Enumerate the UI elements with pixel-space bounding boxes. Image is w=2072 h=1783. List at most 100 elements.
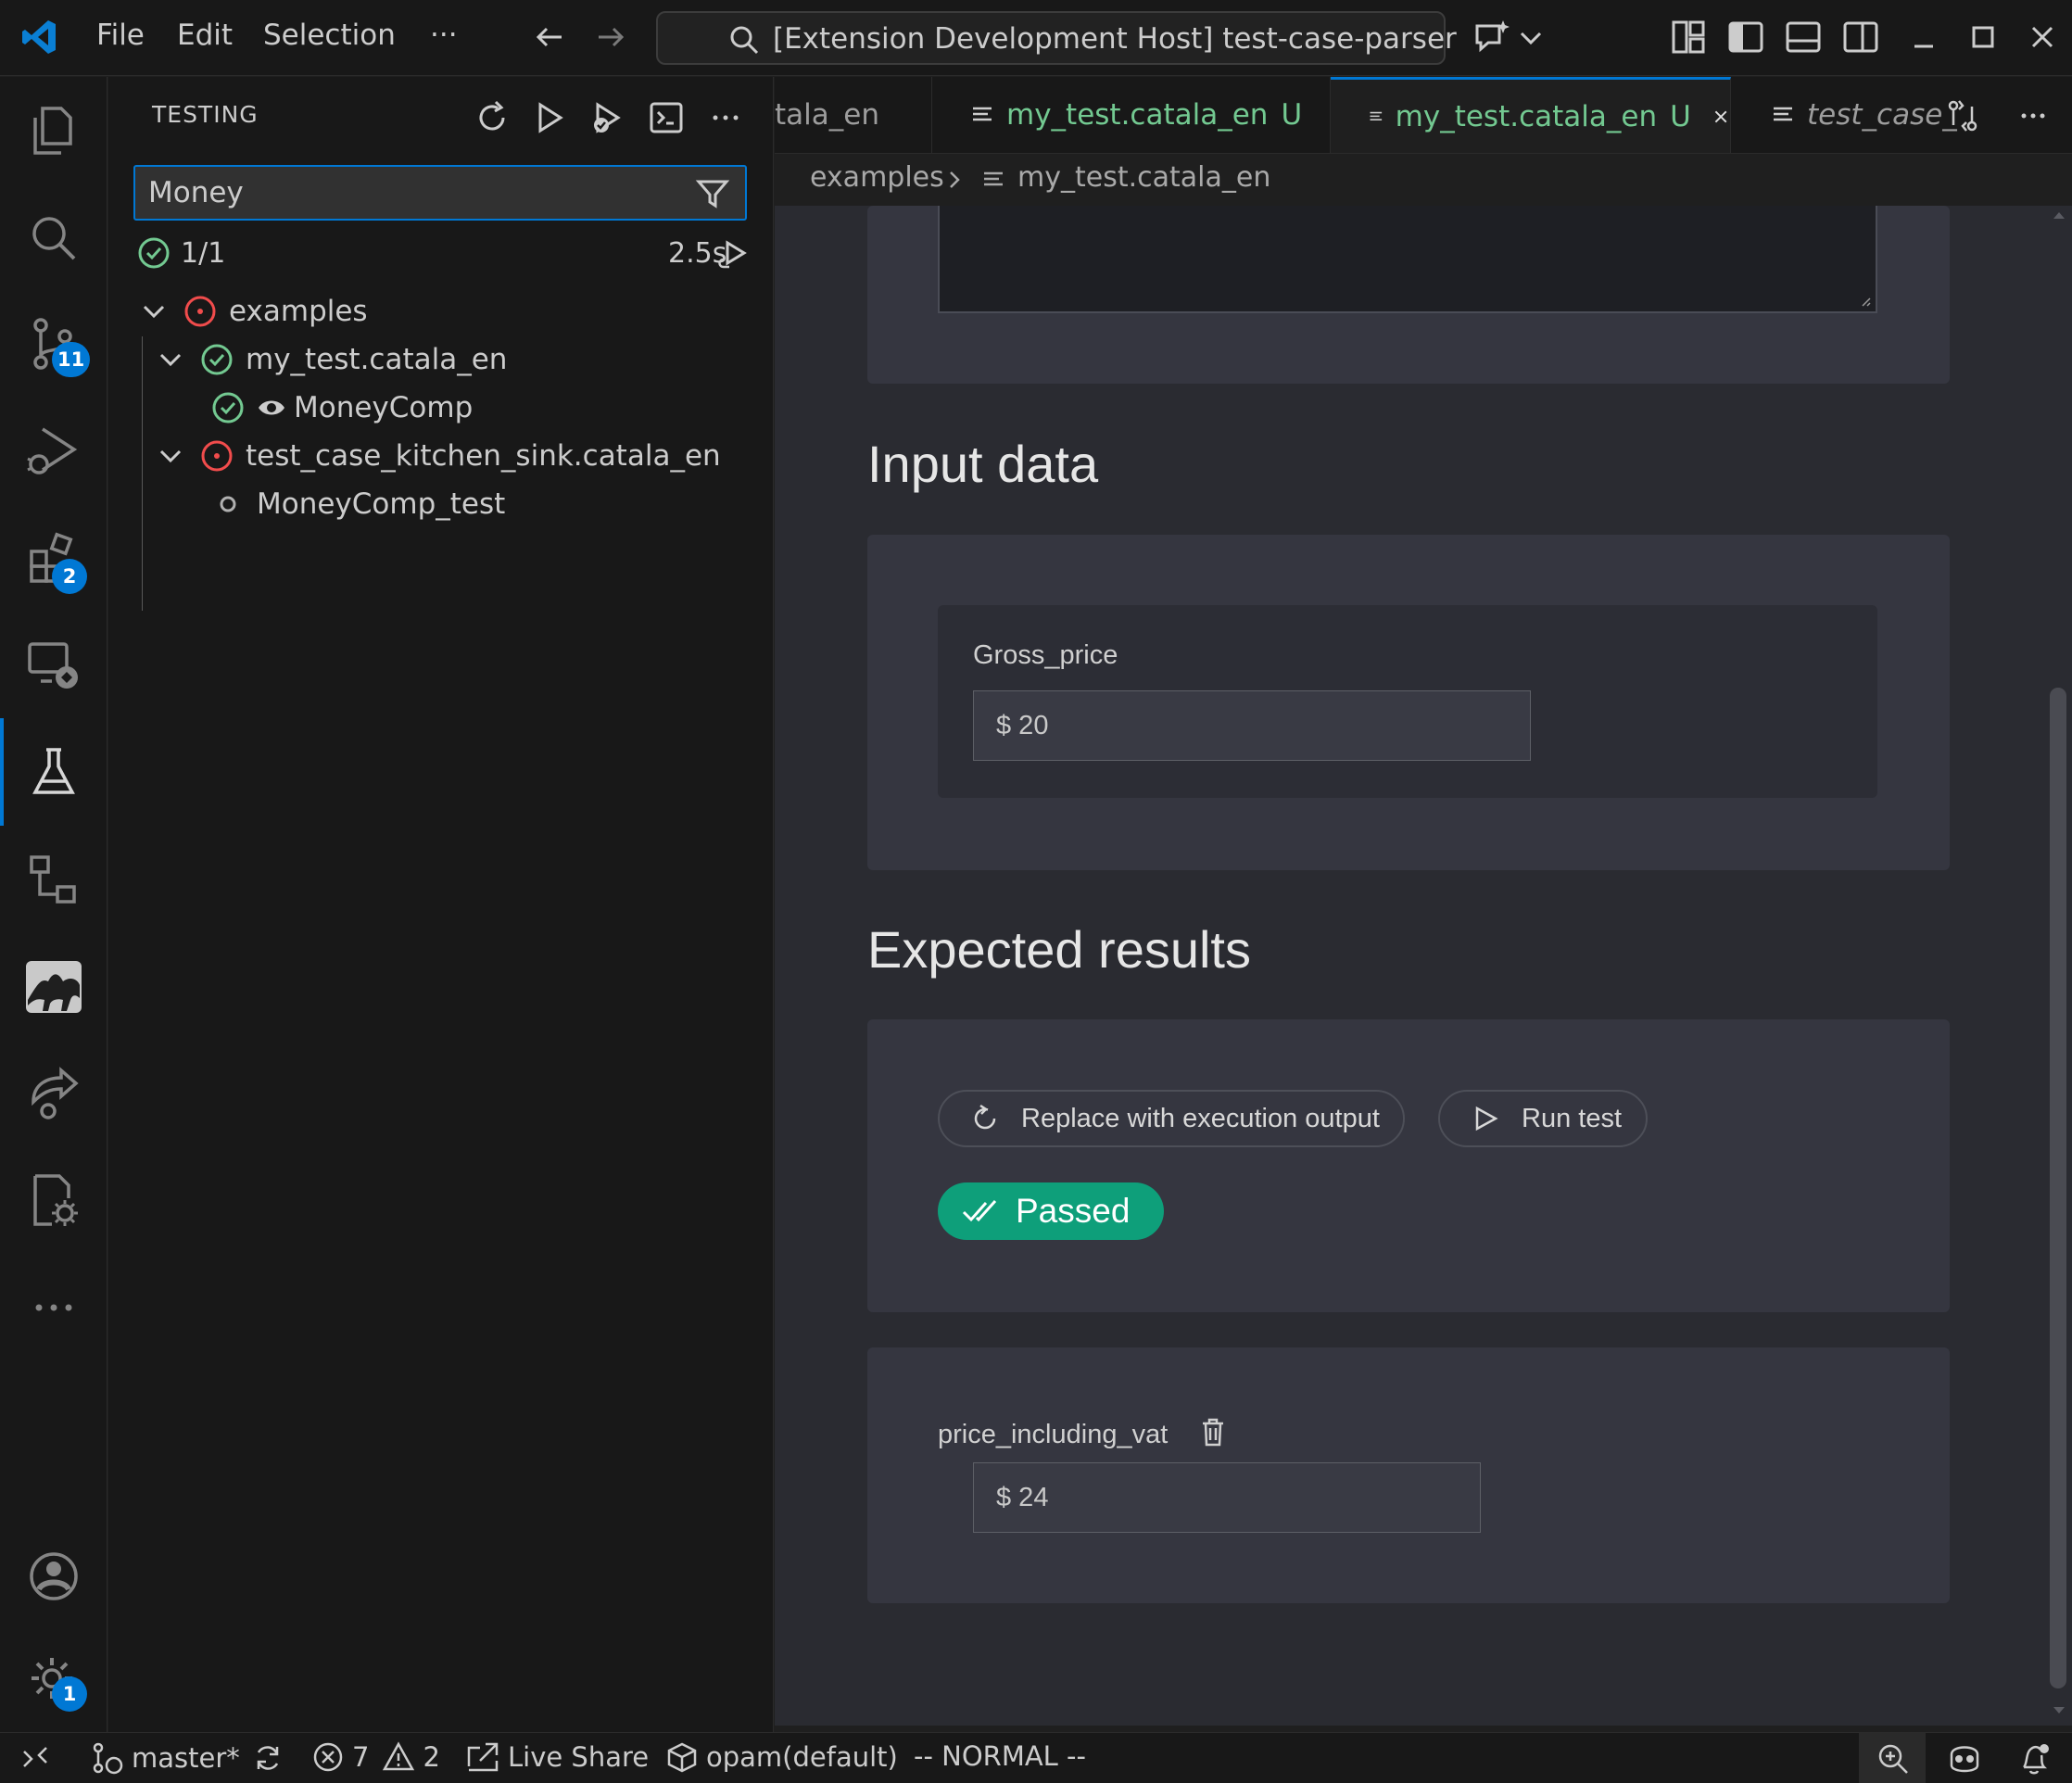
breadcrumb-file[interactable]: my_test.catala_en — [1017, 161, 1270, 194]
notifications-bell-icon[interactable] — [2016, 1741, 2052, 1777]
scrollbar-thumb[interactable] — [2050, 688, 2066, 1688]
ocaml-camel-icon[interactable] — [24, 957, 83, 1017]
package-icon — [667, 1742, 697, 1773]
passed-check-icon — [138, 237, 170, 269]
filter-value: Money — [148, 176, 244, 209]
extensions-badge: 2 — [52, 559, 87, 594]
tree-item-examples[interactable]: examples — [136, 288, 368, 335]
toggle-panel-icon[interactable] — [1783, 17, 1824, 57]
chevron-down-icon[interactable] — [153, 342, 188, 377]
rerun-icon[interactable] — [714, 235, 750, 271]
vim-mode-item: -- NORMAL -- — [914, 1740, 1086, 1772]
menu-edit[interactable]: Edit — [177, 19, 233, 52]
toggle-secondary-sidebar-icon[interactable] — [1840, 17, 1881, 57]
copilot-icon[interactable] — [1946, 1741, 1983, 1777]
warning-count: 2 — [423, 1741, 440, 1773]
error-status-icon — [201, 440, 233, 472]
remote-indicator[interactable] — [19, 1740, 59, 1774]
more-actions-icon[interactable] — [705, 97, 746, 138]
tree-item-label: examples — [229, 295, 368, 328]
tree-item-moneycomp[interactable]: MoneyComp — [210, 385, 473, 431]
debug-tests-icon[interactable] — [587, 97, 627, 138]
opam-switch-item[interactable]: opam(default) — [665, 1740, 898, 1774]
minimize-icon[interactable] — [1903, 17, 1944, 57]
trash-icon[interactable] — [1199, 1416, 1227, 1448]
search-view-icon[interactable] — [24, 209, 83, 268]
menu-file[interactable]: File — [96, 19, 145, 52]
explorer-icon[interactable] — [24, 101, 83, 160]
active-view-indicator — [0, 718, 4, 826]
tree-item-my-test[interactable]: my_test.catala_en — [153, 336, 507, 383]
tree-item-label: MoneyComp_test — [257, 487, 506, 521]
run-test-button[interactable]: Run test — [1438, 1090, 1648, 1147]
forward-arrow-icon[interactable] — [589, 17, 630, 57]
live-share-icon[interactable] — [24, 1065, 83, 1124]
show-output-icon[interactable] — [646, 97, 687, 138]
tab-my-test-active[interactable]: my_test.catala_en U — [1331, 77, 1731, 153]
testing-flask-icon[interactable] — [24, 742, 83, 802]
tree-item-kitchen-sink[interactable]: test_case_kitchen_sink.catala_en — [153, 433, 721, 479]
refresh-tests-icon[interactable] — [472, 97, 512, 138]
replace-with-output-button[interactable]: Replace with execution output — [938, 1090, 1405, 1147]
zoom-item[interactable] — [1859, 1733, 1926, 1783]
summary-count: 1/1 — [181, 237, 226, 270]
chevron-down-icon[interactable] — [153, 438, 188, 474]
tab-label: tala_en — [775, 98, 879, 132]
more-views-icon[interactable] — [24, 1278, 83, 1337]
git-branch-item[interactable]: master* — [89, 1740, 292, 1776]
run-debug-icon[interactable] — [24, 422, 83, 481]
editor-scrollbar[interactable] — [2046, 206, 2072, 1726]
back-arrow-icon[interactable] — [530, 17, 571, 57]
hierarchy-icon[interactable] — [24, 850, 83, 909]
gross-price-input[interactable]: $ 20 — [973, 690, 1531, 761]
close-tab-icon[interactable] — [1712, 102, 1730, 132]
price-including-vat-label: price_including_vat — [938, 1420, 1169, 1449]
error-circle-icon — [313, 1742, 343, 1772]
live-share-item[interactable]: Live Share — [465, 1740, 649, 1774]
tree-indent-guide — [142, 336, 143, 611]
file-lines-icon — [1774, 107, 1792, 121]
filter-icon[interactable] — [695, 176, 730, 211]
menu-more[interactable]: ··· — [430, 19, 458, 52]
search-icon — [730, 26, 759, 55]
test-settings-icon[interactable] — [24, 1170, 83, 1230]
tree-item-label: my_test.catala_en — [246, 343, 508, 376]
problems-item[interactable]: 7 2 — [311, 1740, 440, 1774]
accounts-icon[interactable] — [24, 1547, 83, 1606]
run-tests-icon[interactable] — [529, 97, 570, 138]
tab-tala-en[interactable]: tala_en — [775, 77, 932, 153]
resize-handle-icon[interactable] — [1859, 295, 1872, 308]
editor-more-icon[interactable] — [2015, 97, 2052, 134]
input-data-heading: Input data — [867, 435, 1099, 493]
file-lines-icon — [1370, 111, 1383, 120]
refresh-icon — [974, 1104, 996, 1130]
activity-bar: 11 2 1 — [0, 77, 107, 1732]
title-bar: File Edit Selection ··· [Extension Devel… — [0, 0, 2072, 76]
tab-test-case[interactable]: test_case_ — [1731, 77, 1972, 153]
close-window-icon[interactable] — [2022, 17, 2063, 57]
tab-my-test-1[interactable]: my_test.catala_en U — [932, 77, 1331, 153]
error-count: 7 — [352, 1741, 370, 1773]
test-summary: 1/1 2.5s — [136, 230, 748, 276]
open-changes-icon[interactable] — [1944, 97, 1981, 134]
command-center-search[interactable]: [Extension Development Host] test-case-p… — [656, 11, 1457, 65]
toggle-primary-sidebar-icon[interactable] — [1725, 17, 1766, 57]
breadcrumb-folder[interactable]: examples — [810, 161, 944, 194]
remote-explorer-icon[interactable] — [24, 637, 83, 696]
test-filter-input[interactable]: Money — [133, 165, 747, 221]
sync-icon[interactable] — [251, 1741, 284, 1775]
copilot-chat-icon[interactable] — [1472, 17, 1512, 57]
price-including-vat-input[interactable]: $ 24 — [973, 1462, 1481, 1533]
maximize-icon[interactable] — [1963, 17, 2003, 57]
description-textarea[interactable] — [938, 206, 1877, 313]
customize-layout-icon[interactable] — [1668, 17, 1709, 57]
untracked-marker: U — [1670, 99, 1691, 133]
menu-selection[interactable]: Selection — [263, 19, 396, 52]
tree-item-label: test_case_kitchen_sink.catala_en — [246, 439, 721, 473]
scroll-down-arrow-icon[interactable] — [2052, 1705, 2066, 1716]
scroll-up-arrow-icon[interactable] — [2052, 209, 2066, 221]
tree-item-moneycomp-test[interactable]: MoneyComp_test — [210, 481, 505, 527]
command-center-text: [Extension Development Host] test-case-p… — [773, 22, 1457, 56]
chevron-down-icon[interactable] — [1510, 17, 1551, 57]
chevron-down-icon[interactable] — [136, 294, 171, 329]
